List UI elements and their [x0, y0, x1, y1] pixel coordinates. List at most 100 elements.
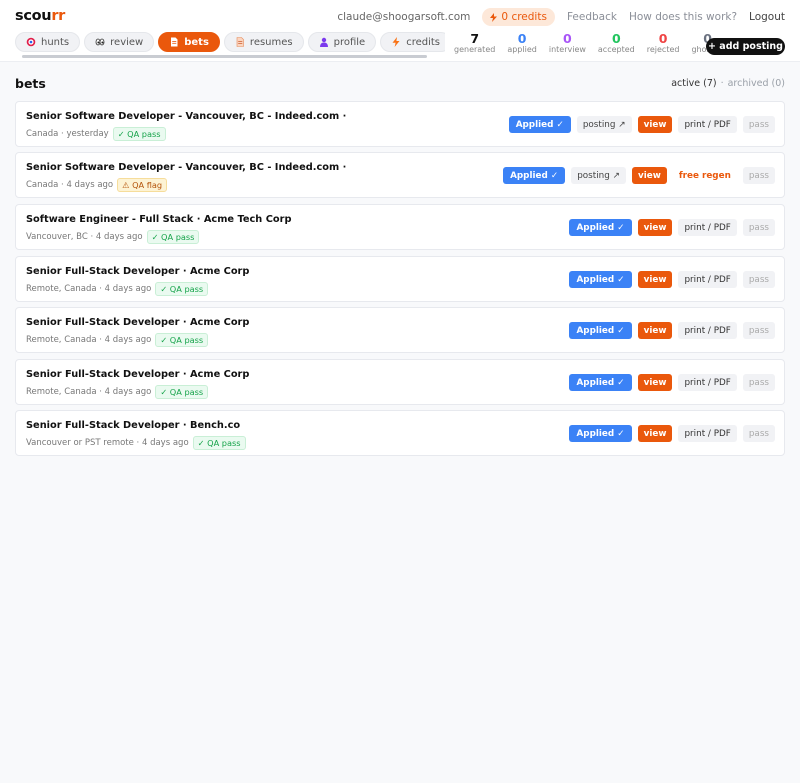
tab-resumes[interactable]: resumes: [223, 32, 304, 52]
qa-badge: ✓ QA pass: [192, 436, 246, 450]
document-icon: [171, 37, 178, 47]
pass-button[interactable]: pass: [742, 271, 775, 288]
qa-badge: ✓ QA pass: [155, 282, 209, 296]
filter-archived[interactable]: archived (0): [728, 78, 785, 89]
print-pdf-button[interactable]: print / PDF: [678, 271, 737, 288]
bet-meta: Remote, Canada · 4 days ago ✓ QA pass: [26, 282, 209, 296]
pass-button[interactable]: pass: [742, 374, 775, 391]
list-item[interactable]: Senior Full-Stack Developer · Acme Corp …: [15, 256, 785, 302]
print-pdf-button[interactable]: print / PDF: [678, 322, 737, 339]
bet-title[interactable]: Senior Full-Stack Developer · Acme Corp: [26, 317, 249, 328]
list-item[interactable]: Senior Software Developer - Vancouver, B…: [15, 152, 785, 198]
print-pdf-button[interactable]: print / PDF: [678, 374, 737, 391]
bet-title[interactable]: Senior Full-Stack Developer · Acme Corp: [26, 266, 249, 277]
tab-label: review: [110, 36, 144, 48]
qa-badge: ⚠ QA flag: [117, 178, 168, 192]
bet-location-time: Remote, Canada · 4 days ago: [26, 387, 152, 397]
row-actions: Applied ✓ view print / PDF pass: [569, 374, 775, 391]
bet-meta: Remote, Canada · 4 days ago ✓ QA pass: [26, 333, 209, 347]
tab-label: profile: [333, 36, 366, 48]
print-pdf-button[interactable]: print / PDF: [678, 219, 737, 236]
stat-applied: 0 applied: [501, 32, 543, 60]
row-actions: Applied ✓ view print / PDF pass: [569, 425, 775, 442]
target-icon: [26, 37, 36, 47]
bet-title[interactable]: Senior Software Developer - Vancouver, B…: [26, 162, 346, 173]
view-button[interactable]: view: [637, 374, 673, 391]
applied-button[interactable]: Applied ✓: [569, 219, 632, 236]
row-actions: Applied ✓ view print / PDF pass: [569, 219, 775, 236]
bet-title[interactable]: Senior Software Developer - Vancouver, B…: [26, 111, 346, 122]
tab-profile[interactable]: profile: [307, 32, 377, 52]
row-actions: Applied ✓ posting ↗ view print / PDF pas…: [508, 116, 775, 133]
print-pdf-button[interactable]: print / PDF: [678, 425, 737, 442]
free-regen-button[interactable]: free regen: [672, 167, 737, 184]
bet-title[interactable]: Senior Full-Stack Developer · Acme Corp: [26, 369, 249, 380]
tab-hunts[interactable]: hunts: [15, 32, 81, 52]
bet-title[interactable]: Senior Full-Stack Developer · Bench.co: [26, 420, 240, 431]
view-button[interactable]: view: [637, 322, 673, 339]
pass-button[interactable]: pass: [742, 425, 775, 442]
pass-button[interactable]: pass: [742, 116, 775, 133]
bet-location-time: Vancouver or PST remote · 4 days ago: [26, 438, 189, 448]
posting-link-button[interactable]: posting ↗: [571, 167, 626, 184]
list-item[interactable]: Senior Full-Stack Developer · Acme Corp …: [15, 359, 785, 405]
print-pdf-button[interactable]: print / PDF: [678, 116, 737, 133]
person-icon: [319, 37, 328, 47]
applied-button[interactable]: Applied ✓: [503, 167, 566, 184]
bet-location-time: Remote, Canada · 4 days ago: [26, 284, 152, 294]
view-button[interactable]: view: [637, 116, 673, 133]
applied-button[interactable]: Applied ✓: [569, 322, 632, 339]
stat-count: 0: [658, 31, 668, 46]
stat-interview: 0 interview: [543, 32, 592, 60]
bet-meta: Vancouver or PST remote · 4 days ago ✓ Q…: [26, 436, 246, 450]
list-item[interactable]: Senior Full-Stack Developer · Acme Corp …: [15, 307, 785, 353]
bet-title[interactable]: Software Engineer - Full Stack · Acme Te…: [26, 214, 291, 225]
tab-label: bets: [184, 36, 209, 48]
stat-count: 0: [611, 31, 621, 46]
pass-button[interactable]: pass: [742, 322, 775, 339]
how-it-works-link[interactable]: How does this work?: [629, 11, 737, 23]
view-button[interactable]: view: [637, 271, 673, 288]
stat-count: 7: [470, 31, 480, 46]
pass-button[interactable]: pass: [742, 167, 775, 184]
list-item[interactable]: Senior Full-Stack Developer · Bench.co V…: [15, 410, 785, 456]
user-email: claude@shoogarsoft.com: [337, 11, 471, 23]
qa-badge: ✓ QA pass: [146, 230, 200, 244]
pass-button[interactable]: pass: [742, 219, 775, 236]
filter-active[interactable]: active (7): [671, 78, 716, 89]
tabs-scrollbar[interactable]: [22, 55, 427, 58]
row-actions: Applied ✓ view print / PDF pass: [569, 271, 775, 288]
stat-count: 0: [517, 31, 527, 46]
posting-link-button[interactable]: posting ↗: [576, 116, 632, 133]
bet-meta: Vancouver, BC · 4 days ago ✓ QA pass: [26, 230, 200, 244]
tab-label: credits: [406, 36, 441, 48]
applied-button[interactable]: Applied ✓: [569, 425, 632, 442]
app-logo[interactable]: scourr: [15, 8, 65, 24]
stat-accepted: 0 accepted: [592, 32, 641, 60]
tab-credits[interactable]: credits: [380, 32, 445, 52]
tab-label: hunts: [41, 36, 70, 48]
row-actions: Applied ✓ posting ↗ view free regen pass: [503, 167, 775, 184]
view-button[interactable]: view: [637, 425, 673, 442]
filter-separator: ·: [720, 78, 724, 89]
view-button[interactable]: view: [637, 219, 673, 236]
applied-button[interactable]: Applied ✓: [569, 374, 632, 391]
credits-label: 0 credits: [501, 11, 547, 23]
qa-badge: ✓ QA pass: [155, 333, 209, 347]
tab-bets[interactable]: bets: [158, 32, 220, 52]
logo-text: scou: [15, 8, 52, 24]
applied-button[interactable]: Applied ✓: [508, 116, 571, 133]
tab-bar: hunts review bets resumes profile credit…: [0, 31, 800, 62]
tab-review[interactable]: review: [84, 32, 155, 52]
bet-meta: Remote, Canada · 4 days ago ✓ QA pass: [26, 385, 209, 399]
applied-button[interactable]: Applied ✓: [569, 271, 632, 288]
list-item[interactable]: Software Engineer - Full Stack · Acme Te…: [15, 204, 785, 250]
add-posting-button[interactable]: + add posting: [706, 38, 785, 55]
bolt-icon: [392, 37, 400, 47]
logout-link[interactable]: Logout: [749, 11, 785, 23]
feedback-link[interactable]: Feedback: [567, 11, 617, 23]
list-item[interactable]: Senior Software Developer - Vancouver, B…: [15, 101, 785, 147]
logo-accent: rr: [51, 8, 66, 24]
credits-badge[interactable]: 0 credits: [482, 8, 555, 26]
view-button[interactable]: view: [632, 167, 667, 184]
